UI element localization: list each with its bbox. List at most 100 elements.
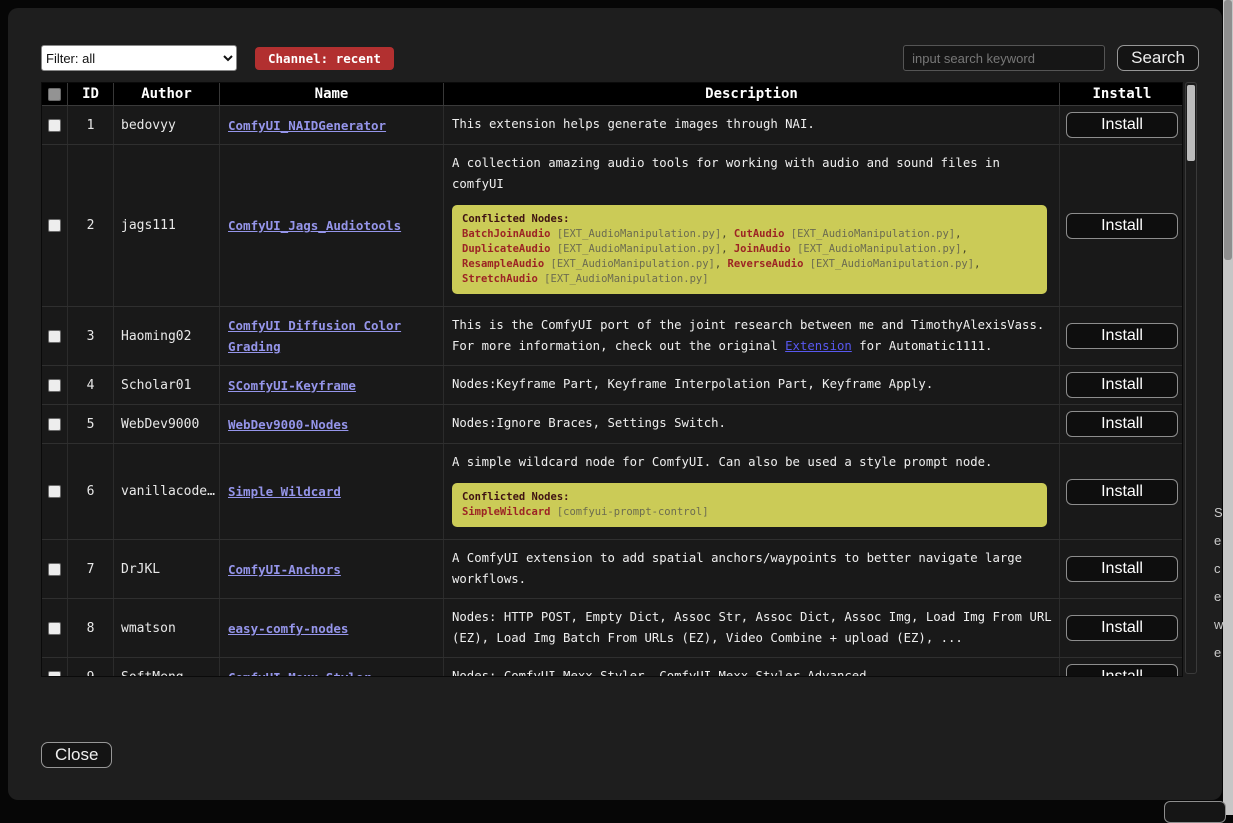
row-author: DrJKL xyxy=(114,540,220,598)
search-button[interactable]: Search xyxy=(1117,45,1199,71)
row-id: 5 xyxy=(68,405,114,443)
header-checkbox-cell xyxy=(42,83,68,105)
table-scrollbar-thumb[interactable] xyxy=(1187,85,1195,161)
edge-text-fragment: w xyxy=(1214,617,1223,632)
description-text: A simple wildcard node for ComfyUI. Can … xyxy=(452,452,1055,473)
close-button[interactable]: Close xyxy=(41,742,112,768)
row-checkbox[interactable] xyxy=(48,119,61,132)
page-scrollbar[interactable] xyxy=(1223,0,1233,815)
install-button[interactable]: Install xyxy=(1066,323,1178,349)
row-name-cell: ComfyUI-Anchors xyxy=(220,540,444,598)
search-input[interactable] xyxy=(903,45,1105,71)
description-link[interactable]: Extension xyxy=(785,339,852,353)
extension-name-link[interactable]: easy-comfy-nodes xyxy=(228,618,348,639)
edge-text-fragment: c xyxy=(1214,561,1221,576)
description-text-segment: A collection amazing audio tools for wor… xyxy=(452,156,1000,191)
header-id: ID xyxy=(68,83,114,105)
header-description: Description xyxy=(444,83,1060,105)
conflict-node-name: SimpleWildcard xyxy=(462,506,551,518)
description-text-segment: for Automatic1111. xyxy=(852,339,993,353)
row-id: 6 xyxy=(68,444,114,539)
table-row: 2 jags111 ComfyUI_Jags_Audiotools A coll… xyxy=(42,145,1182,307)
row-checkbox-cell xyxy=(42,145,68,306)
install-button[interactable]: Install xyxy=(1066,556,1178,582)
row-checkbox[interactable] xyxy=(48,330,61,343)
description-text-segment: Nodes:Keyframe Part, Keyframe Interpolat… xyxy=(452,377,933,391)
page-edge-text: Secewe xyxy=(1214,0,1223,815)
description-text: Nodes: ComfyUI Mexx Styler, ComfyUI Mexx… xyxy=(452,666,1055,676)
conflicted-nodes-title: Conflicted Nodes: xyxy=(462,212,1037,227)
nodes-table-wrap: ID Author Name Description Install 1 bed… xyxy=(41,82,1222,677)
table-row: 7 DrJKL ComfyUI-Anchors A ComfyUI extens… xyxy=(42,540,1182,599)
extension-name-link[interactable]: ComfyUI_Mexx_Styler xyxy=(228,667,371,677)
row-name-cell: Simple Wildcard xyxy=(220,444,444,539)
description-text: Nodes:Keyframe Part, Keyframe Interpolat… xyxy=(452,374,1055,395)
table-row: 3 Haoming02 ComfyUI Diffusion Color Grad… xyxy=(42,307,1182,366)
row-checkbox[interactable] xyxy=(48,418,61,431)
filter-select[interactable]: Filter: all xyxy=(41,45,237,71)
row-checkbox[interactable] xyxy=(48,379,61,392)
install-button[interactable]: Install xyxy=(1066,411,1178,437)
row-author: WebDev9000 xyxy=(114,405,220,443)
table-row: 8 wmatson easy-comfy-nodes Nodes: HTTP P… xyxy=(42,599,1182,658)
conflict-node-source: [EXT_AudioManipulation.py] xyxy=(784,228,955,240)
row-name-cell: ComfyUI_Mexx_Styler xyxy=(220,658,444,676)
table-row: 5 WebDev9000 WebDev9000-Nodes Nodes:Igno… xyxy=(42,405,1182,444)
install-button[interactable]: Install xyxy=(1066,615,1178,641)
row-author: Scholar01 xyxy=(114,366,220,404)
description-text: A ComfyUI extension to add spatial ancho… xyxy=(452,548,1055,590)
header-name: Name xyxy=(220,83,444,105)
conflict-node-name: DuplicateAudio xyxy=(462,243,551,255)
row-checkbox[interactable] xyxy=(48,219,61,232)
row-checkbox-cell xyxy=(42,540,68,598)
edge-text-fragment: e xyxy=(1214,645,1221,660)
extension-name-link[interactable]: ComfyUI Diffusion Color Grading xyxy=(228,315,439,357)
conflict-node-source: [EXT_AudioManipulation.py] xyxy=(551,228,722,240)
row-checkbox-cell xyxy=(42,366,68,404)
conflict-node-source: [EXT_AudioManipulation.py] xyxy=(538,273,709,285)
extension-name-link[interactable]: ComfyUI-Anchors xyxy=(228,559,341,580)
row-name-cell: ComfyUI Diffusion Color Grading xyxy=(220,307,444,365)
row-author: jags111 xyxy=(114,145,220,306)
row-checkbox[interactable] xyxy=(48,563,61,576)
row-install-cell: Install xyxy=(1060,444,1182,539)
install-button[interactable]: Install xyxy=(1066,112,1178,138)
install-button[interactable]: Install xyxy=(1066,213,1178,239)
extension-name-link[interactable]: ComfyUI_NAIDGenerator xyxy=(228,115,386,136)
table-header-row: ID Author Name Description Install xyxy=(42,83,1182,106)
row-checkbox-cell xyxy=(42,658,68,676)
edge-text-fragment: e xyxy=(1214,533,1221,548)
extension-name-link[interactable]: ComfyUI_Jags_Audiotools xyxy=(228,215,401,236)
channel-badge: Channel: recent xyxy=(255,47,394,70)
table-row: 6 vanillacode… Simple Wildcard A simple … xyxy=(42,444,1182,540)
extension-name-link[interactable]: WebDev9000-Nodes xyxy=(228,414,348,435)
conflicted-nodes-title: Conflicted Nodes: xyxy=(462,490,1037,505)
row-description-cell: Nodes: ComfyUI Mexx Styler, ComfyUI Mexx… xyxy=(444,658,1060,676)
install-button[interactable]: Install xyxy=(1066,479,1178,505)
row-checkbox[interactable] xyxy=(48,671,61,677)
extension-name-link[interactable]: SComfyUI-Keyframe xyxy=(228,375,356,396)
row-checkbox[interactable] xyxy=(48,485,61,498)
conflict-node-name: CutAudio xyxy=(734,228,785,240)
row-description-cell: A ComfyUI extension to add spatial ancho… xyxy=(444,540,1060,598)
row-id: 1 xyxy=(68,106,114,144)
install-button[interactable]: Install xyxy=(1066,372,1178,398)
nodes-table: ID Author Name Description Install 1 bed… xyxy=(41,82,1183,677)
description-text-segment: A ComfyUI extension to add spatial ancho… xyxy=(452,551,1022,586)
row-description-cell: This extension helps generate images thr… xyxy=(444,106,1060,144)
install-button[interactable]: Install xyxy=(1066,664,1178,676)
extension-name-link[interactable]: Simple Wildcard xyxy=(228,481,341,502)
row-install-cell: Install xyxy=(1060,658,1182,676)
page-scrollbar-thumb[interactable] xyxy=(1224,0,1232,260)
select-all-checkbox[interactable] xyxy=(48,88,61,101)
partial-button-bottom-right[interactable] xyxy=(1164,801,1226,823)
row-install-cell: Install xyxy=(1060,540,1182,598)
table-scrollbar[interactable] xyxy=(1185,82,1197,674)
conflict-node-name: StretchAudio xyxy=(462,273,538,285)
row-checkbox-cell xyxy=(42,444,68,539)
row-id: 9 xyxy=(68,658,114,676)
row-name-cell: easy-comfy-nodes xyxy=(220,599,444,657)
row-checkbox-cell xyxy=(42,405,68,443)
row-checkbox[interactable] xyxy=(48,622,61,635)
row-description-cell: This is the ComfyUI port of the joint re… xyxy=(444,307,1060,365)
